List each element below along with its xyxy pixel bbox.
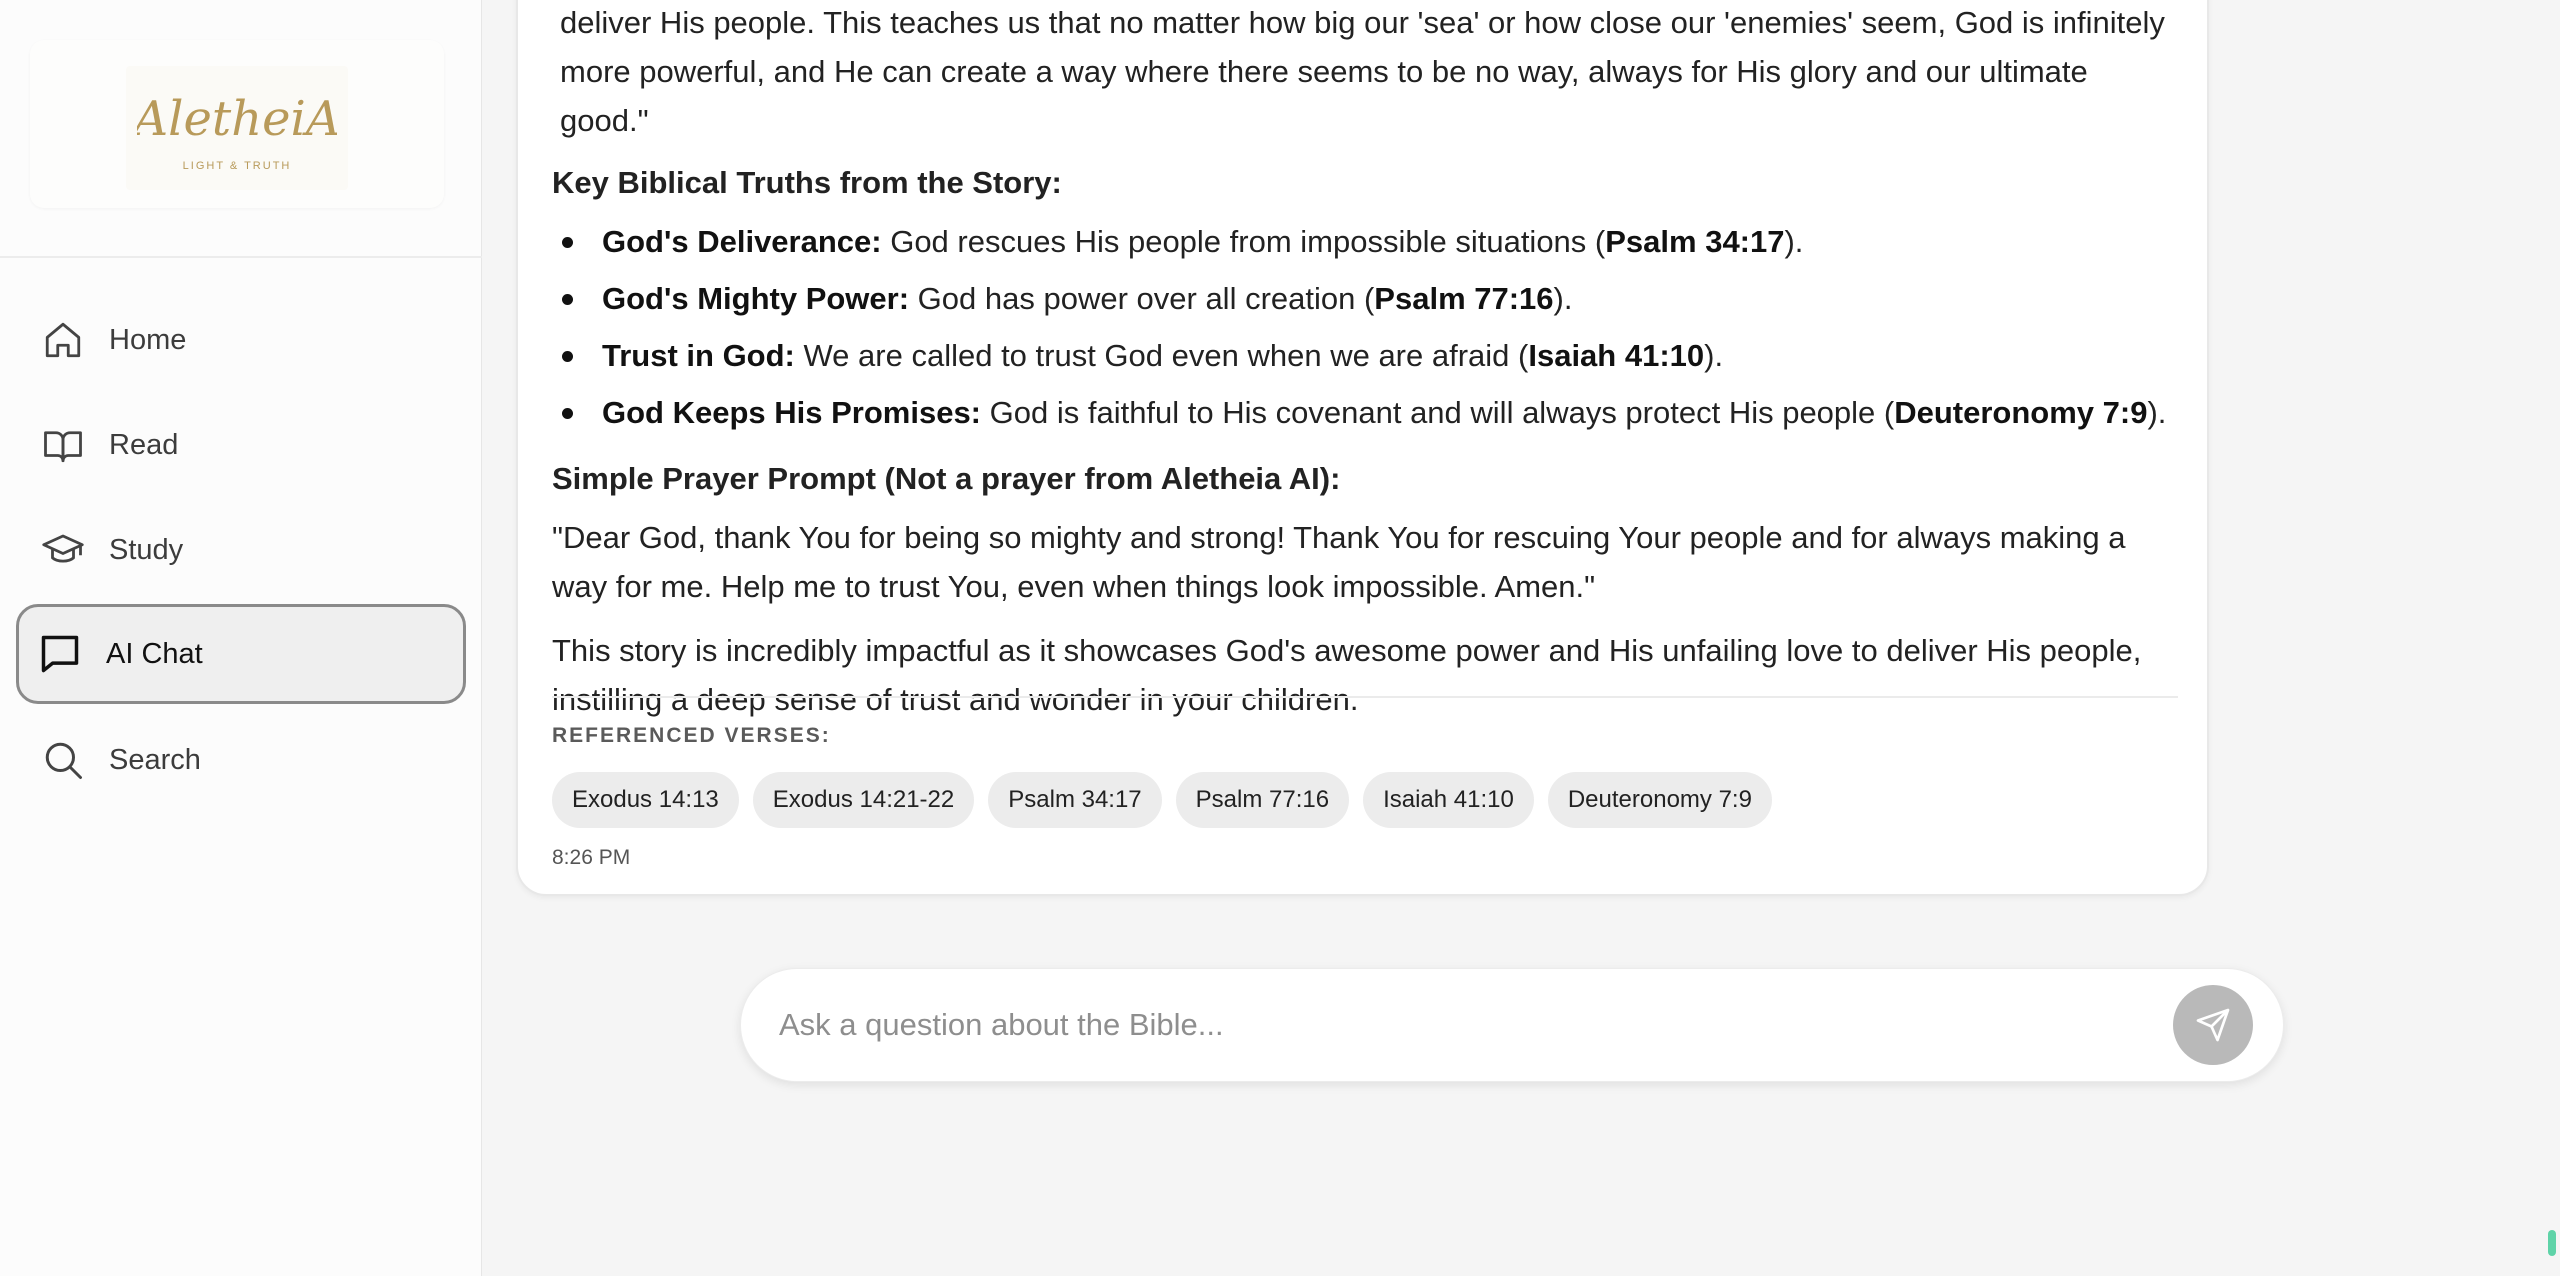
verse-reference: Psalm 34:17 xyxy=(1605,224,1785,259)
message-text: deliver His people. This teaches us that… xyxy=(552,0,2182,145)
search-icon xyxy=(41,738,85,782)
chat-area: deliver His people. This teaches us that… xyxy=(482,0,2560,1276)
list-item: God's Deliverance: God rescues His peopl… xyxy=(552,213,2182,270)
svg-text:LIGHT & TRUTH: LIGHT & TRUTH xyxy=(183,160,292,172)
truth-title: God's Deliverance: xyxy=(602,224,882,259)
sidebar-item-read[interactable]: Read xyxy=(16,395,466,495)
prayer-text: "Dear God, thank You for being so mighty… xyxy=(552,520,2126,604)
message-body: deliver His people. This teaches us that… xyxy=(552,2,2182,724)
section-heading: Key Biblical Truths from the Story: xyxy=(552,165,1062,200)
truth-text-end: ). xyxy=(1784,224,1804,259)
closing-text: This story is incredibly impactful as it… xyxy=(552,633,2142,717)
sidebar-item-ai-chat[interactable]: AI Chat xyxy=(16,604,466,704)
message-timestamp: 8:26 PM xyxy=(552,846,631,869)
sidebar-item-label: Study xyxy=(109,533,184,566)
quote-line: more powerful, and He can create a way w… xyxy=(560,54,2088,138)
truths-list: God's Deliverance: God rescues His peopl… xyxy=(552,213,2182,441)
graduation-cap-icon xyxy=(41,528,85,572)
divider xyxy=(552,696,2178,698)
truth-text: God has power over all creation ( xyxy=(909,281,1375,316)
verse-reference: Psalm 77:16 xyxy=(1374,281,1554,316)
chat-input-bar xyxy=(740,968,2284,1082)
verse-chips: Exodus 14:13 Exodus 14:21-22 Psalm 34:17… xyxy=(552,772,1772,828)
sidebar-item-study[interactable]: Study xyxy=(16,500,466,600)
list-item: God Keeps His Promises: God is faithful … xyxy=(552,384,2182,441)
verse-chip[interactable]: Exodus 14:13 xyxy=(552,772,739,828)
sidebar-divider xyxy=(0,256,482,258)
logo: AletheiA LIGHT & TRUTH xyxy=(126,66,348,190)
logo-wordmark: AletheiA LIGHT & TRUTH xyxy=(137,91,337,172)
svg-text:AletheiA: AletheiA xyxy=(137,91,337,147)
sidebar-item-label: AI Chat xyxy=(106,637,203,670)
list-item: Trust in God: We are called to trust God… xyxy=(552,327,2182,384)
verse-reference: Isaiah 41:10 xyxy=(1528,338,1705,373)
quote-line: deliver His people. This teaches us that… xyxy=(560,5,2165,40)
sidebar-item-home[interactable]: Home xyxy=(16,290,466,390)
sidebar-item-label: Home xyxy=(109,323,187,356)
truth-text: God is faithful to His covenant and will… xyxy=(981,395,1895,430)
send-icon xyxy=(2196,1008,2230,1042)
verse-chip[interactable]: Isaiah 41:10 xyxy=(1363,772,1534,828)
sidebar-item-label: Search xyxy=(109,743,201,776)
section-heading: Simple Prayer Prompt (Not a prayer from … xyxy=(552,461,1341,496)
verse-chip[interactable]: Exodus 14:21-22 xyxy=(752,772,975,828)
book-icon xyxy=(41,423,85,467)
truth-text: We are called to trust God even when we … xyxy=(794,338,1529,373)
sidebar-item-label: Read xyxy=(109,428,179,461)
truth-text-end: ). xyxy=(1553,281,1573,316)
referenced-verses-heading: REFERENCED VERSES: xyxy=(552,724,831,747)
chat-input[interactable] xyxy=(779,969,2159,1081)
scrollbar-thumb[interactable] xyxy=(2548,1230,2556,1256)
truth-text-end: ). xyxy=(2147,395,2167,430)
truth-title: God Keeps His Promises: xyxy=(602,395,982,430)
chat-bubble-icon xyxy=(38,632,82,676)
home-icon xyxy=(41,318,85,362)
sidebar: AletheiA LIGHT & TRUTH Home Read Study A… xyxy=(0,0,482,1276)
truth-text-end: ). xyxy=(1704,338,1724,373)
app-window: AletheiA LIGHT & TRUTH Home Read Study A… xyxy=(0,0,2560,1276)
sidebar-item-search[interactable]: Search xyxy=(16,710,466,810)
verse-chip[interactable]: Psalm 34:17 xyxy=(988,772,1162,828)
assistant-message-card: deliver His people. This teaches us that… xyxy=(516,0,2209,896)
truth-title: Trust in God: xyxy=(602,338,795,373)
verse-chip[interactable]: Psalm 77:16 xyxy=(1175,772,1350,828)
verse-chip[interactable]: Deuteronomy 7:9 xyxy=(1547,772,1772,828)
logo-card[interactable]: AletheiA LIGHT & TRUTH xyxy=(30,40,444,208)
verse-reference: Deuteronomy 7:9 xyxy=(1894,395,2148,430)
list-item: God's Mighty Power: God has power over a… xyxy=(552,270,2182,327)
truth-title: God's Mighty Power: xyxy=(602,281,910,316)
truth-text: God rescues His people from impossible s… xyxy=(881,224,1606,259)
send-button[interactable] xyxy=(2173,985,2253,1065)
